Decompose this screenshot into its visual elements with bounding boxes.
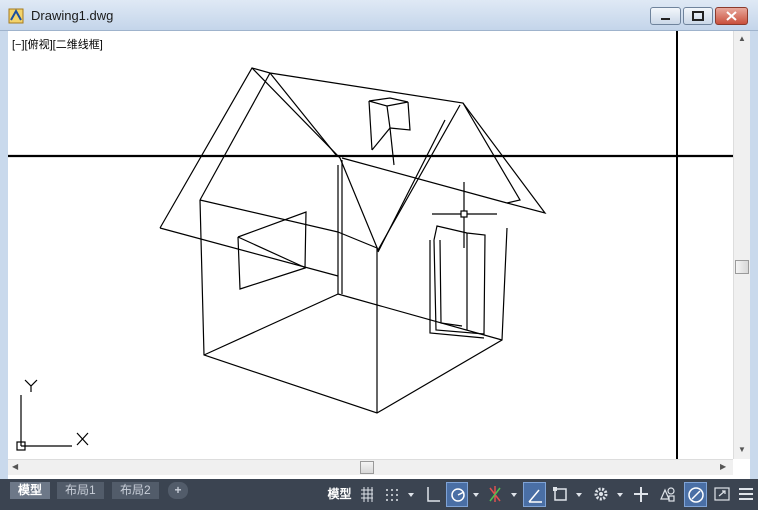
ortho-button[interactable] bbox=[421, 482, 445, 507]
isolate-icon bbox=[688, 487, 704, 503]
ucs-icon bbox=[16, 379, 89, 451]
horizontal-scroll-thumb[interactable] bbox=[360, 461, 374, 474]
menu-icon bbox=[739, 488, 753, 500]
snap-dropdown[interactable] bbox=[405, 482, 417, 507]
add-icon bbox=[634, 487, 648, 502]
scroll-down-icon[interactable]: ▼ bbox=[738, 445, 746, 455]
snap-button[interactable] bbox=[381, 482, 403, 507]
chevron-down-icon bbox=[511, 493, 517, 497]
house-window bbox=[237, 211, 307, 290]
viewport-controls-label[interactable]: [−][俯视][二维线框] bbox=[12, 36, 103, 52]
maximize-icon bbox=[692, 11, 704, 21]
tab-layout1[interactable]: 布局1 bbox=[57, 482, 104, 499]
vertical-scroll-thumb[interactable] bbox=[735, 260, 749, 274]
osnap-button[interactable] bbox=[549, 482, 571, 507]
settings-dropdown[interactable] bbox=[614, 482, 626, 507]
osnap-icon bbox=[553, 487, 567, 501]
polar-button[interactable] bbox=[446, 482, 468, 507]
house-roof bbox=[159, 67, 547, 277]
autocad-app-icon[interactable] bbox=[8, 8, 24, 24]
dynucs-button[interactable] bbox=[523, 482, 546, 507]
tab-model[interactable]: 模型 bbox=[10, 482, 51, 499]
isodraft-dropdown[interactable] bbox=[508, 482, 520, 507]
fullscreen-button[interactable] bbox=[711, 482, 733, 507]
polar-icon bbox=[451, 488, 465, 502]
close-button[interactable] bbox=[715, 7, 748, 25]
selection-icon bbox=[660, 487, 675, 502]
document-title: Drawing1.dwg bbox=[31, 8, 114, 23]
dynucs-icon bbox=[528, 489, 542, 503]
selection-cycling-button[interactable] bbox=[656, 482, 678, 507]
scroll-up-icon[interactable]: ▲ bbox=[738, 34, 746, 44]
chevron-down-icon bbox=[473, 493, 479, 497]
settings-button[interactable] bbox=[590, 482, 612, 507]
isodraft-icon bbox=[489, 486, 501, 502]
tab-layout2[interactable]: 布局2 bbox=[112, 482, 159, 499]
vertical-scrollbar[interactable]: ▲ ▼ bbox=[733, 31, 750, 459]
drawing-canvas[interactable] bbox=[8, 31, 733, 459]
drawing-viewport[interactable]: [−][俯视][二维线框] bbox=[8, 31, 733, 459]
fullscreen-icon bbox=[714, 487, 730, 501]
minimize-button[interactable] bbox=[650, 7, 681, 25]
scroll-right-icon[interactable]: ▶ bbox=[720, 462, 726, 472]
window-frame-right bbox=[750, 31, 758, 479]
customization-menu-button[interactable] bbox=[736, 482, 756, 507]
horizontal-scrollbar[interactable]: ◀ ▶ bbox=[8, 459, 733, 475]
close-icon bbox=[726, 11, 737, 21]
gear-icon bbox=[594, 487, 608, 501]
chevron-down-icon bbox=[408, 493, 414, 497]
window-frame-left bbox=[0, 31, 8, 479]
chevron-down-icon bbox=[617, 493, 623, 497]
cursor-icon bbox=[432, 182, 497, 248]
title-bar: Drawing1.dwg bbox=[0, 0, 758, 31]
add-button[interactable] bbox=[630, 482, 652, 507]
isolate-button[interactable] bbox=[684, 482, 707, 507]
osnap-dropdown[interactable] bbox=[573, 482, 585, 507]
polar-dropdown[interactable] bbox=[470, 482, 482, 507]
model-space-button[interactable]: 模型 bbox=[326, 482, 353, 507]
snap-icon bbox=[386, 489, 398, 501]
scroll-left-icon[interactable]: ◀ bbox=[12, 462, 18, 472]
grid-icon bbox=[361, 487, 373, 502]
add-layout-tab[interactable]: + bbox=[168, 482, 188, 499]
chevron-down-icon bbox=[576, 493, 582, 497]
maximize-button[interactable] bbox=[683, 7, 713, 25]
ortho-icon bbox=[427, 487, 440, 502]
minimize-icon bbox=[661, 18, 670, 20]
grid-button[interactable] bbox=[356, 482, 378, 507]
status-bar: 模型 布局1 布局2 + 模型 bbox=[0, 479, 758, 510]
isodraft-button[interactable] bbox=[484, 482, 506, 507]
house-door bbox=[429, 225, 486, 339]
